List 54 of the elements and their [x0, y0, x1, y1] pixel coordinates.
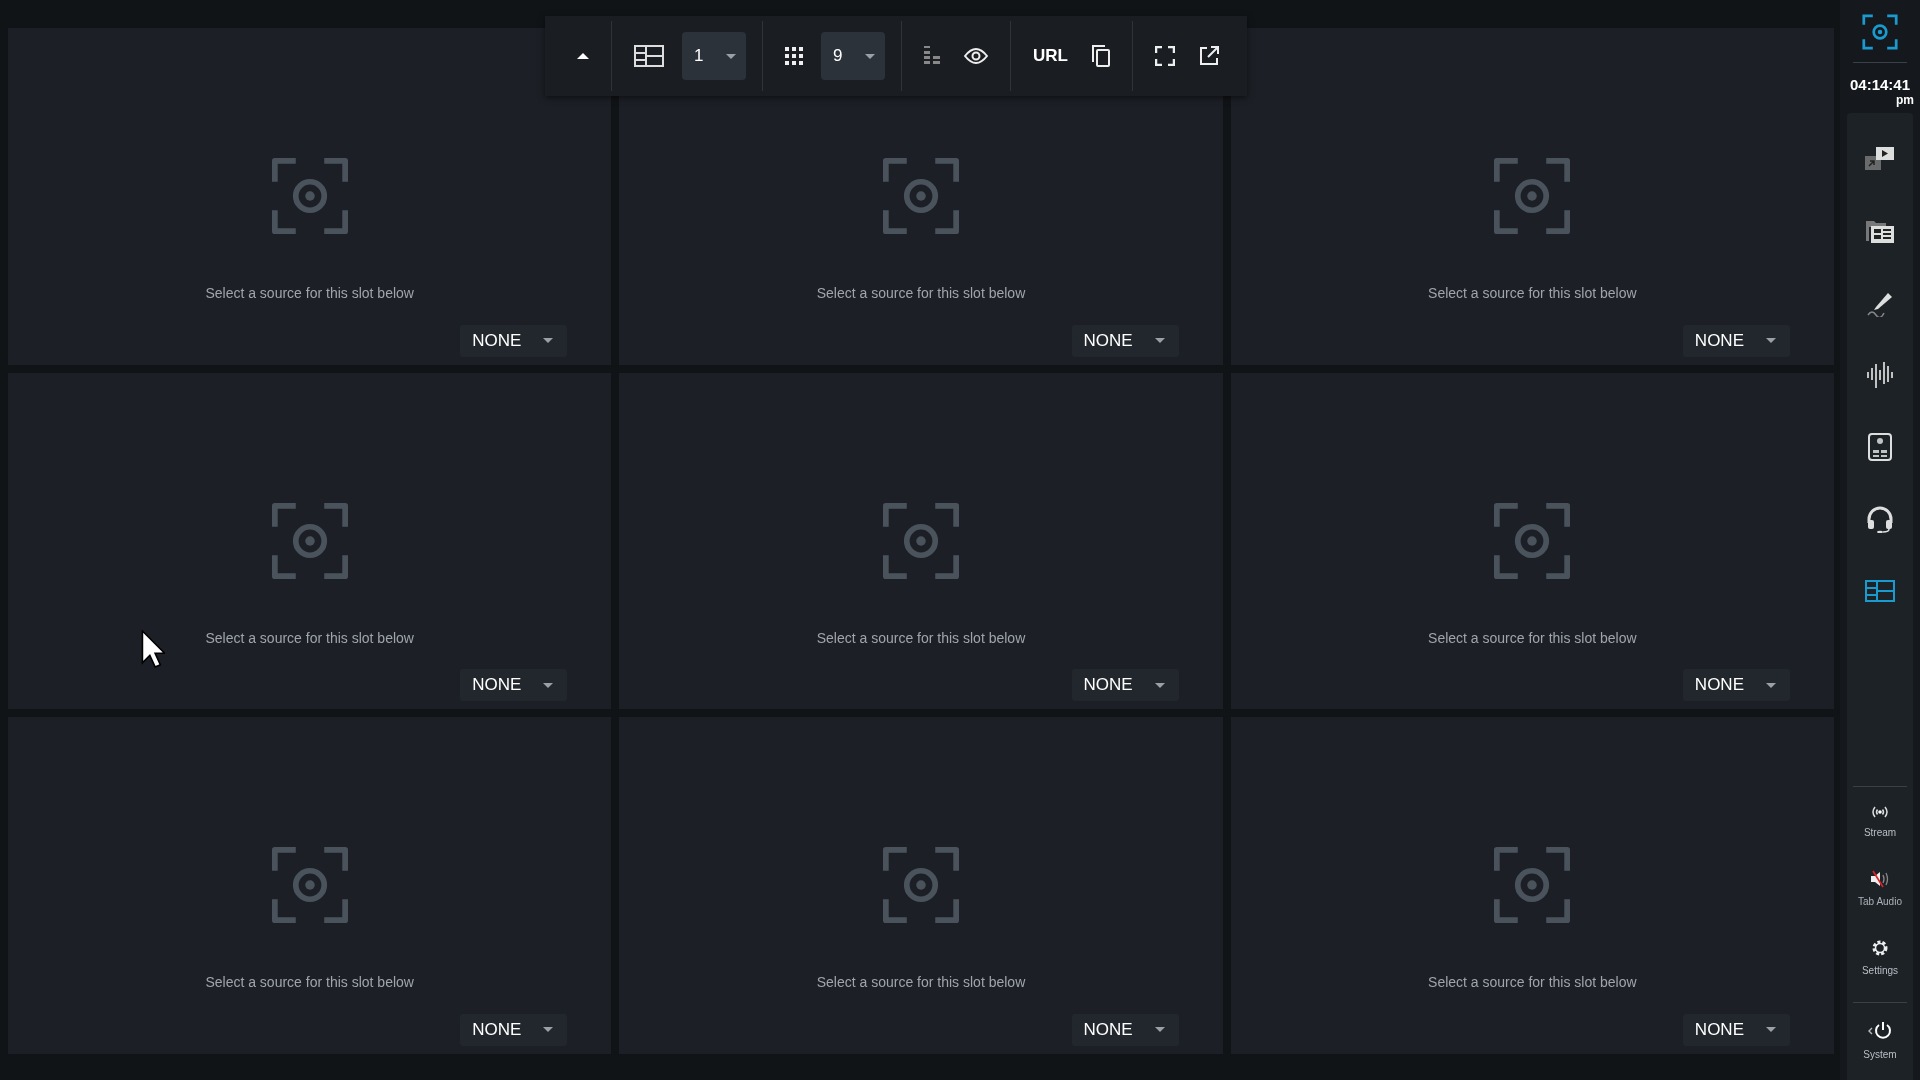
stream-button[interactable]: Stream: [1849, 793, 1911, 850]
camera-placeholder-icon: [1494, 158, 1571, 234]
clock-period: pm: [1896, 93, 1914, 107]
slot-hint: Select a source for this slot below: [204, 285, 415, 301]
source-dropdown[interactable]: NONE: [1071, 324, 1179, 357]
source-dropdown[interactable]: NONE: [1682, 1014, 1790, 1046]
settings-button[interactable]: Settings: [1849, 927, 1911, 988]
camera-placeholder-icon: [883, 502, 959, 579]
source-dropdown[interactable]: NONE: [460, 669, 568, 702]
camera-placeholder-icon: [271, 847, 348, 924]
caret-icon: [1766, 338, 1776, 344]
broadcast-icon: [1870, 805, 1890, 819]
caret-icon: [865, 53, 875, 59]
source-dropdown[interactable]: NONE: [1071, 669, 1179, 702]
caret-icon: [726, 53, 736, 59]
camera-placeholder-icon: [271, 502, 348, 579]
power-icon: [1867, 1021, 1893, 1041]
layout-dropdown[interactable]: 1: [682, 32, 746, 80]
camera-placeholder-icon: [883, 158, 959, 234]
caret-icon: [1766, 682, 1776, 688]
slot-hint: Select a source for this slot below: [1427, 974, 1638, 991]
speaker-icon: [1870, 870, 1890, 888]
camera-placeholder-icon: [271, 158, 348, 234]
source-dropdown[interactable]: NONE: [460, 1014, 568, 1046]
source-dropdown[interactable]: NONE: [1071, 1014, 1179, 1046]
slot-count-dropdown[interactable]: 9: [821, 32, 885, 80]
system-button[interactable]: System: [1849, 1009, 1911, 1072]
clock-time: 04:14:41: [1849, 76, 1910, 93]
caret-icon: [577, 52, 589, 60]
source-dropdown[interactable]: NONE: [1682, 324, 1790, 357]
caret-icon: [1154, 682, 1165, 688]
slot-hint: Select a source for this slot below: [204, 974, 415, 991]
source-dropdown[interactable]: NONE: [460, 324, 568, 357]
mouse-cursor-icon: [141, 630, 165, 668]
tab-audio-button[interactable]: Tab Audio: [1849, 858, 1911, 919]
camera-placeholder-icon: [1494, 847, 1571, 924]
camera-placeholder-icon: [883, 847, 959, 924]
slot-hint: Select a source for this slot below: [1427, 629, 1638, 646]
source-dropdown[interactable]: NONE: [1682, 669, 1790, 702]
slot-hint: Select a source for this slot below: [1427, 285, 1638, 301]
gear-icon: [1871, 939, 1889, 957]
slot-hint: Select a source for this slot below: [815, 974, 1027, 991]
camera-logo-icon[interactable]: [1862, 14, 1898, 50]
caret-icon: [1154, 1027, 1165, 1033]
caret-icon: [543, 1027, 554, 1033]
slot-hint: Select a source for this slot below: [815, 285, 1027, 301]
slot-hint: Select a source for this slot below: [204, 629, 415, 646]
slot-hint: Select a source for this slot below: [815, 629, 1027, 646]
caret-icon: [543, 682, 554, 688]
caret-icon: [1766, 1027, 1776, 1033]
url-button[interactable]: URL: [1021, 32, 1080, 80]
caret-icon: [543, 338, 554, 344]
camera-placeholder-icon: [1494, 502, 1571, 579]
caret-icon: [1154, 338, 1165, 344]
